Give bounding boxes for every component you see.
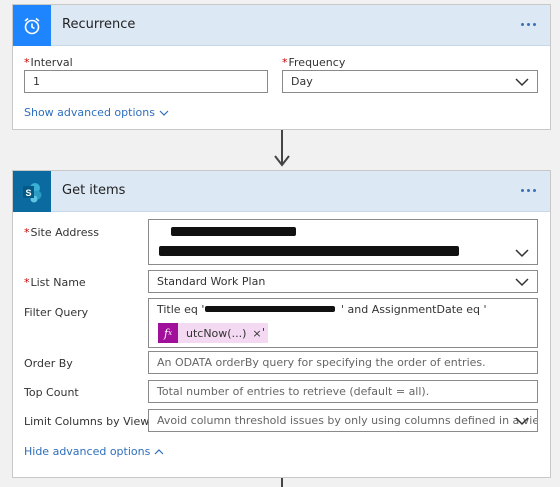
- more-options-icon[interactable]: [516, 14, 540, 34]
- redacted-text: [159, 246, 459, 256]
- alarm-clock-icon: [13, 5, 51, 46]
- order-by-input[interactable]: An ODATA orderBy query for specifying th…: [148, 351, 538, 374]
- redacted-text: [205, 306, 335, 312]
- interval-label: *Interval: [24, 56, 73, 69]
- sharepoint-icon: S: [13, 171, 51, 212]
- recurrence-card: Recurrence *Interval 1 *Frequency Day Sh…: [12, 4, 551, 130]
- site-address-select[interactable]: [148, 219, 538, 265]
- frequency-select[interactable]: Day: [282, 70, 538, 93]
- arrow-down-icon: [274, 155, 290, 167]
- chevron-down-icon: [515, 417, 529, 426]
- more-options-icon[interactable]: [516, 180, 540, 200]
- chevron-down-icon: [515, 249, 529, 258]
- recurrence-header[interactable]: Recurrence: [13, 5, 550, 46]
- recurrence-title: Recurrence: [62, 17, 136, 32]
- limit-columns-select[interactable]: Avoid column threshold issues by only us…: [148, 409, 538, 432]
- filter-query-suffix: ': [262, 326, 266, 339]
- chevron-down-icon: [515, 78, 529, 87]
- chevron-down-icon: [159, 110, 169, 116]
- top-count-input[interactable]: Total number of entries to retrieve (def…: [148, 380, 538, 403]
- get-items-card: S Get items *Site Address *List Name Sta…: [12, 170, 551, 478]
- limit-columns-label: Limit Columns by View: [24, 415, 150, 428]
- site-address-label: *Site Address: [24, 226, 99, 239]
- top-count-label: Top Count: [24, 386, 79, 399]
- interval-input[interactable]: 1: [24, 70, 268, 93]
- redacted-text: [171, 227, 296, 236]
- filter-query-input[interactable]: Title eq ' ' and AssignmentDate eq ' fx …: [148, 298, 538, 348]
- close-icon[interactable]: ×: [252, 327, 267, 340]
- chevron-up-icon: [154, 448, 164, 454]
- utcnow-token[interactable]: fx utcNow(...) ×: [158, 323, 268, 343]
- chevron-down-icon: [515, 278, 529, 287]
- order-by-label: Order By: [24, 357, 73, 370]
- svg-text:S: S: [25, 188, 31, 198]
- frequency-label: *Frequency: [282, 56, 346, 69]
- function-icon: fx: [158, 323, 178, 343]
- filter-query-mid: ' and AssignmentDate eq ': [341, 303, 487, 316]
- filter-query-prefix: Title eq ': [157, 303, 205, 316]
- connector-line: [281, 478, 283, 487]
- get-items-header[interactable]: S Get items: [13, 171, 550, 212]
- list-name-label: *List Name: [24, 276, 86, 289]
- show-advanced-options-link[interactable]: Show advanced options: [24, 106, 169, 119]
- filter-query-label: Filter Query: [24, 306, 89, 319]
- hide-advanced-options-link[interactable]: Hide advanced options: [24, 445, 164, 458]
- list-name-select[interactable]: Standard Work Plan: [148, 270, 538, 293]
- get-items-title: Get items: [62, 183, 126, 198]
